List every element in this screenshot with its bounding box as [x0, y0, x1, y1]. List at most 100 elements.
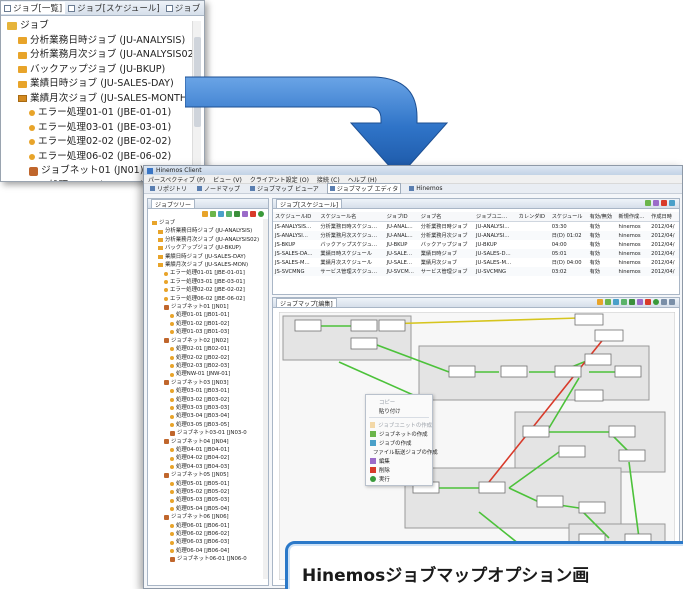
job-node[interactable] — [522, 425, 550, 438]
job-node[interactable] — [608, 425, 636, 438]
job-node[interactable] — [478, 481, 506, 494]
zoom-tree-item[interactable]: エラー処理02-02 (JBE-02-02) — [7, 135, 204, 150]
job-tree-item[interactable]: 処理03-01 [JB03-01] — [152, 387, 268, 395]
context-menu-item[interactable]: ジョブユニットの作成 — [366, 420, 432, 429]
job-tree-item[interactable]: 分析業務日時ジョブ (JU-ANALYSIS) — [152, 227, 268, 235]
context-menu-item[interactable]: 削除 — [366, 465, 432, 474]
job-tree-item[interactable]: ジョブネット02 [JN02] — [152, 337, 268, 345]
context-menu-item[interactable]: 編集 — [366, 456, 432, 465]
job-tree-item[interactable]: 処理05-01 [JB05-01] — [152, 480, 268, 488]
copy-icon[interactable] — [629, 299, 635, 305]
perspective-tab[interactable]: ジョブマップ エディタ — [326, 183, 402, 194]
job-tree-item[interactable]: 処理06-03 [JB06-03] — [152, 538, 268, 546]
job-tree-item[interactable]: エラー処理02-02 [JBE-02-02] — [152, 286, 268, 294]
create-unit-icon[interactable] — [202, 211, 208, 217]
job-tree-item[interactable]: ジョブ — [152, 219, 268, 227]
perspective-tab[interactable]: Hinemos — [407, 185, 444, 192]
create-unit-icon[interactable] — [597, 299, 603, 305]
create-net-icon[interactable] — [605, 299, 611, 305]
zoom-tree-item[interactable]: エラー処理01-01 (JBE-01-01) — [7, 106, 204, 121]
column-header[interactable]: スケジュールID — [273, 212, 319, 222]
job-node[interactable] — [554, 365, 582, 378]
column-header[interactable]: ジョブ名 — [418, 212, 474, 222]
job-tree-item[interactable]: 処理04-02 [JB04-02] — [152, 454, 268, 462]
table-row[interactable]: JS-BKUP バックアップスケジュ… JU-BKUP バックアップジョブ JU-BKU… — [273, 240, 679, 249]
table-row[interactable]: JS-ANALYSI… 分析業務月次スケジュ… JU-ANAL… 分析業務月次ジョブ J… — [273, 231, 679, 240]
job-node[interactable] — [378, 319, 406, 332]
job-node[interactable] — [584, 353, 612, 366]
job-tree-item[interactable]: ジョブネット04 [JN04] — [152, 438, 268, 446]
job-tree-item[interactable]: 処理03-03 [JB03-03] — [152, 404, 268, 412]
left-tree-scrollbar[interactable] — [263, 219, 268, 579]
edit-icon[interactable] — [653, 200, 659, 206]
create-job-icon[interactable] — [218, 211, 224, 217]
job-tree-item[interactable]: ジョブネット01 [JN01] — [152, 303, 268, 311]
job-node[interactable] — [294, 319, 322, 332]
column-header[interactable]: 新規作成… — [616, 212, 650, 222]
tab-job-schedule[interactable]: ジョブ[スケジュール] — [276, 199, 343, 209]
context-menu-item[interactable]: ジョブの作成 — [366, 438, 432, 447]
jobnet-frame[interactable] — [404, 467, 622, 529]
copy-icon[interactable] — [234, 211, 240, 217]
column-header[interactable]: スケジュール — [549, 212, 588, 222]
column-header[interactable]: カレンダID — [516, 212, 550, 222]
job-node[interactable] — [350, 337, 378, 350]
job-tree-item[interactable]: 分析業務月次ジョブ (JU-ANALYSIS02) — [152, 236, 268, 244]
run-icon[interactable] — [653, 299, 659, 305]
job-tree-item[interactable]: 処理01-03 [JB01-03] — [152, 328, 268, 336]
perspective-tab[interactable]: ノードマップ — [195, 184, 242, 193]
tab-job-tree[interactable]: ジョブツリー — [151, 199, 196, 209]
job-tree-item[interactable]: 処理04-01 [JB04-01] — [152, 446, 268, 454]
job-tree-item[interactable]: エラー処理06-02 [JBE-06-02] — [152, 295, 268, 303]
column-header[interactable]: ジョブID — [384, 212, 419, 222]
job-tree-item[interactable]: 処理03-02 [JB03-02] — [152, 396, 268, 404]
zoom-tree-item[interactable]: 分析業務月次ジョブ (JU-ANALYSIS02) — [7, 48, 204, 63]
zoom-tree-item[interactable]: エラー処理03-01 (JBE-03-01) — [7, 121, 204, 136]
run-icon[interactable] — [258, 211, 264, 217]
job-tree-item[interactable]: 処理03-04 [JB03-04] — [152, 412, 268, 420]
column-header[interactable]: 有効/無効 — [587, 212, 617, 222]
add-icon[interactable] — [645, 200, 651, 206]
context-menu-item[interactable]: 実行 — [366, 474, 432, 483]
menu-item[interactable]: パースペクティブ (P) — [148, 175, 205, 184]
job-tree-item[interactable]: 処理03-05 [JB03-05] — [152, 421, 268, 429]
delete-icon[interactable] — [661, 200, 667, 206]
edit-icon[interactable] — [242, 211, 248, 217]
job-node[interactable] — [594, 329, 624, 342]
file-transfer-icon[interactable] — [621, 299, 627, 305]
job-node[interactable] — [448, 365, 476, 378]
zoom-tab-job-schedule[interactable]: ジョブ[スケジュール] — [65, 2, 163, 14]
job-tree-item[interactable]: ジョブネット06-01 [JN06-0 — [152, 555, 268, 563]
zoom-tree-item[interactable]: 分析業務日時ジョブ (JU-ANALYSIS) — [7, 34, 204, 49]
job-tree-item[interactable]: ジョブネット05 [JN05] — [152, 471, 268, 479]
job-node[interactable] — [574, 389, 604, 402]
job-tree-item[interactable]: 処理02-03 [JB02-03] — [152, 362, 268, 370]
file-transfer-icon[interactable] — [226, 211, 232, 217]
perspective-tab[interactable]: ジョブマップ ビューア — [248, 184, 321, 193]
job-tree-item[interactable]: エラー処理03-01 [JBE-03-01] — [152, 278, 268, 286]
table-row[interactable]: JS-SALES-M… 業績月次スケジュール JU-SALE… 業績月次ジョブ JU-S… — [273, 258, 679, 267]
job-tree-item[interactable]: 処理04-03 [JB04-03] — [152, 463, 268, 471]
job-tree-item[interactable]: 処理06-01 [JB06-01] — [152, 522, 268, 530]
tab-job-map-edit[interactable]: ジョブマップ[編集] — [276, 298, 337, 308]
create-net-icon[interactable] — [210, 211, 216, 217]
zoom-tree-item[interactable]: エラー処理06-02 (JBE-06-02) — [7, 150, 204, 165]
job-node[interactable] — [500, 365, 528, 378]
menu-item[interactable]: ビュー (V) — [213, 175, 242, 184]
job-node[interactable] — [574, 313, 604, 326]
context-menu-item[interactable]: コピー — [366, 397, 432, 406]
column-header[interactable]: スケジュール名 — [318, 212, 385, 222]
context-menu-item[interactable]: ファイル転送ジョブの作成 — [366, 447, 438, 456]
job-tree-item[interactable]: 業績日時ジョブ (JU-SALES-DAY) — [152, 253, 268, 261]
job-node[interactable] — [578, 501, 606, 514]
job-tree-item[interactable]: 処理02-01 [JB02-01] — [152, 345, 268, 353]
zoom-tree-item[interactable]: バックアップジョブ (JU-BKUP) — [7, 63, 204, 78]
table-row[interactable]: JS-ANALYSIS… 分析業務日時スケジュ… JU-ANAL… 分析業務日時ジョブ… — [273, 222, 679, 232]
job-map-canvas[interactable] — [279, 312, 675, 580]
job-node[interactable] — [536, 495, 564, 508]
zoom-tree-item[interactable]: 業績月次ジョブ (JU-SALES-MONTH) — [7, 92, 204, 107]
zoom-tab-job[interactable]: ジョブ — [163, 2, 204, 14]
job-tree-item[interactable]: 処理NW-01 [JNW-01] — [152, 370, 268, 378]
job-tree-item[interactable]: ジョブネット03-01 [JN03-0 — [152, 429, 268, 437]
job-tree-item[interactable]: ジョブネット06 [JN06] — [152, 513, 268, 521]
